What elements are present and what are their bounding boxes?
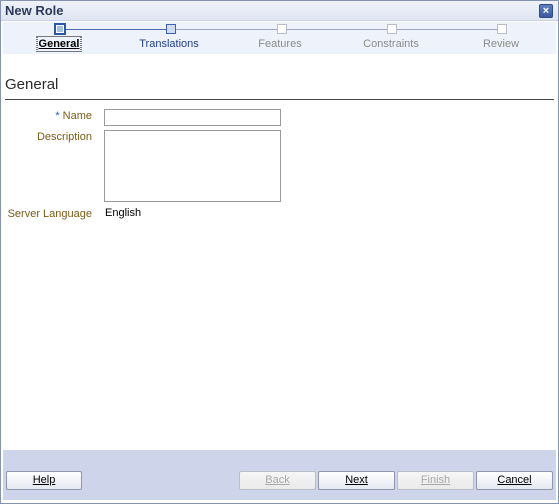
train-label-constraints: Constraints [363, 38, 419, 50]
new-role-dialog: New Role × General Translations Features… [0, 0, 559, 504]
train-label-translations[interactable]: Translations [139, 38, 199, 50]
train-stop-features-icon [277, 24, 287, 34]
name-input[interactable] [104, 109, 281, 126]
train-stop-general-icon[interactable] [54, 23, 66, 35]
train-label-features: Features [258, 38, 302, 50]
name-label: * Name [55, 110, 92, 122]
close-icon[interactable]: × [539, 4, 553, 18]
train-stop-constraints-icon [387, 24, 397, 34]
name-label-text: Name [62, 110, 92, 122]
dialog-title: New Role [5, 3, 64, 18]
train-navigation: General Translations Features Constraint… [3, 22, 556, 54]
help-button[interactable]: Help [6, 471, 82, 490]
train-stop-review-icon [497, 24, 507, 34]
server-language-label: Server Language [7, 208, 92, 220]
description-textarea[interactable] [104, 130, 281, 202]
back-button[interactable]: Back [239, 471, 316, 490]
finish-button[interactable]: Finish [397, 471, 474, 490]
train-label-review: Review [482, 38, 520, 50]
description-label: Description [36, 131, 92, 143]
dialog-titlebar[interactable]: New Role × [1, 1, 558, 21]
section-divider [5, 99, 554, 100]
required-marker: * [55, 110, 60, 122]
section-title: General [5, 76, 59, 93]
cancel-button[interactable]: Cancel [476, 471, 553, 490]
train-label-general[interactable]: General [36, 36, 82, 52]
server-language-value: English [105, 207, 142, 219]
train-connector [173, 29, 503, 30]
next-button[interactable]: Next [318, 471, 395, 490]
train-stop-translations-icon[interactable] [166, 24, 176, 34]
train-connector [63, 29, 173, 30]
